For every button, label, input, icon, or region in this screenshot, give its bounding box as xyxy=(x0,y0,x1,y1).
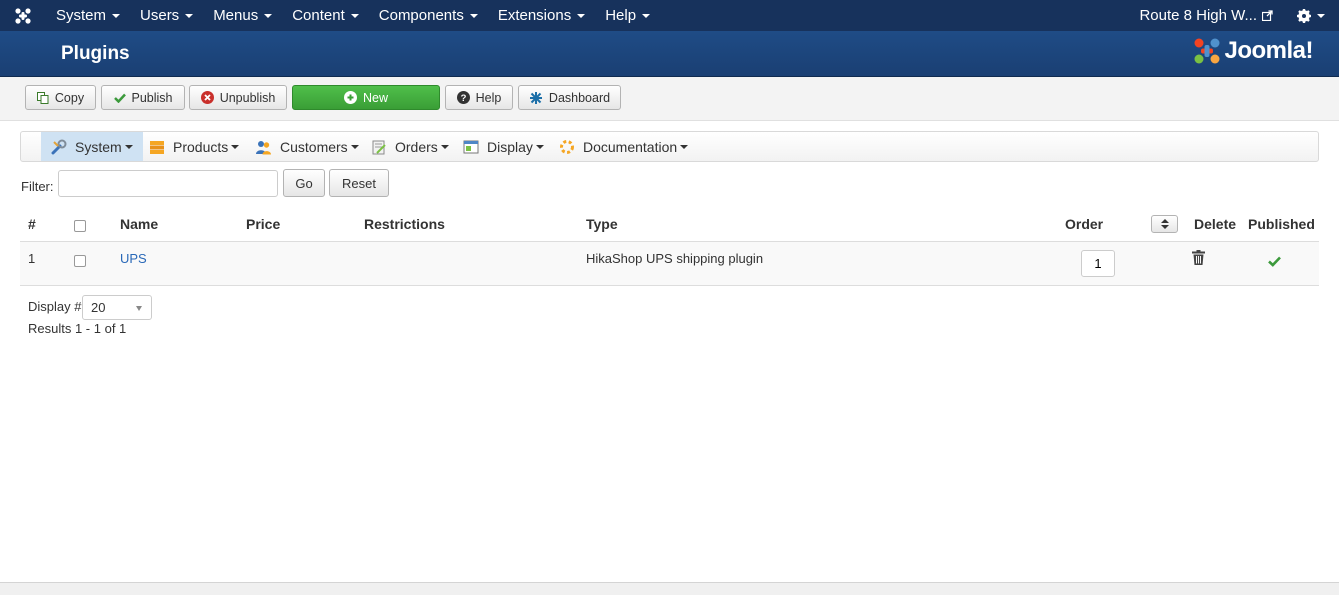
question-circle-icon: ? xyxy=(456,91,470,104)
menu-extensions[interactable]: Extensions xyxy=(488,0,595,31)
site-link[interactable]: Route 8 High W... xyxy=(1139,7,1283,24)
caret-down-icon xyxy=(577,13,586,18)
joomla-logo-icon[interactable] xyxy=(0,0,46,31)
col-delete: Delete xyxy=(1194,216,1237,232)
customers-icon xyxy=(255,139,272,155)
page-title: Plugins xyxy=(61,43,130,64)
svg-text:?: ? xyxy=(460,93,466,104)
external-link-icon xyxy=(1262,10,1273,21)
status-bar xyxy=(0,582,1339,595)
trash-icon[interactable] xyxy=(1192,250,1205,268)
joomla-logo-icon xyxy=(1192,36,1222,66)
subnav-orders[interactable]: Orders xyxy=(371,132,449,161)
go-button[interactable]: Go xyxy=(283,169,325,197)
row-number: 1 xyxy=(28,251,36,266)
gear-icon xyxy=(1297,8,1311,23)
menu-content[interactable]: Content xyxy=(282,0,369,31)
settings-menu[interactable] xyxy=(1283,0,1339,31)
plugin-name-link[interactable]: UPS xyxy=(120,251,147,266)
unpublish-icon xyxy=(200,91,214,104)
row-type: HikaShop UPS shipping plugin xyxy=(586,251,764,266)
caret-down-icon xyxy=(469,13,478,18)
caret-down-icon xyxy=(680,144,689,149)
help-button[interactable]: ? Help xyxy=(445,85,513,110)
display-count-select[interactable]: 20 xyxy=(82,295,152,320)
subnav-display[interactable]: Display xyxy=(463,132,544,161)
caret-down-icon xyxy=(231,144,240,149)
dashboard-button[interactable]: Dashboard xyxy=(518,85,621,110)
col-name[interactable]: Name xyxy=(120,216,158,232)
subnav-system[interactable]: System xyxy=(41,132,143,161)
publish-button[interactable]: Publish xyxy=(101,85,185,110)
menu-help[interactable]: Help xyxy=(595,0,660,31)
joomla-brand: Joomla! xyxy=(1192,36,1313,66)
toolbar: Copy Publish Unpublish New ? Help Dashbo… xyxy=(0,77,1339,121)
copy-button[interactable]: Copy xyxy=(25,85,96,110)
caret-down-icon xyxy=(124,144,133,149)
col-type[interactable]: Type xyxy=(586,216,618,232)
subnav-customers[interactable]: Customers xyxy=(255,132,359,161)
documentation-icon xyxy=(559,139,575,155)
caret-down-icon xyxy=(350,13,359,18)
menu-users[interactable]: Users xyxy=(130,0,203,31)
col-price: Price xyxy=(246,216,281,232)
unpublish-button[interactable]: Unpublish xyxy=(189,85,287,110)
col-published[interactable]: Published xyxy=(1248,216,1315,232)
menu-menus[interactable]: Menus xyxy=(203,0,282,31)
filter-input[interactable] xyxy=(58,170,278,197)
caret-down-icon xyxy=(185,13,194,18)
caret-down-icon xyxy=(350,144,359,149)
dashboard-icon xyxy=(529,91,543,105)
sort-icon xyxy=(1160,219,1169,229)
menu-system[interactable]: System xyxy=(46,0,130,31)
filter-label: Filter: xyxy=(21,179,54,194)
save-order-button[interactable] xyxy=(1151,215,1178,233)
display-label: Display # xyxy=(28,299,82,314)
col-order[interactable]: Order xyxy=(1065,216,1103,232)
menu-components[interactable]: Components xyxy=(369,0,488,31)
check-icon xyxy=(113,93,126,103)
published-check-icon[interactable] xyxy=(1268,254,1281,270)
order-input[interactable] xyxy=(1081,250,1115,277)
caret-down-icon xyxy=(1317,13,1325,18)
caret-down-icon xyxy=(112,13,121,18)
orders-icon xyxy=(371,139,387,155)
dropdown-arrow-icon xyxy=(136,306,142,311)
top-right: Route 8 High W... xyxy=(1139,0,1339,31)
hikashop-menu: System Products Customers Orders Display… xyxy=(20,131,1319,162)
col-number: # xyxy=(28,216,36,232)
caret-down-icon xyxy=(642,13,651,18)
subnav-documentation[interactable]: Documentation xyxy=(559,132,689,161)
top-menu: System Users Menus Content Components Ex… xyxy=(46,0,660,31)
caret-down-icon xyxy=(264,13,273,18)
reset-button[interactable]: Reset xyxy=(329,169,389,197)
col-restrictions: Restrictions xyxy=(364,216,445,232)
select-all-checkbox[interactable] xyxy=(74,220,86,232)
subnav-products[interactable]: Products xyxy=(149,132,240,161)
products-icon xyxy=(149,139,165,155)
new-button[interactable]: New xyxy=(292,85,440,110)
wrench-icon xyxy=(51,139,67,155)
top-navbar: System Users Menus Content Components Ex… xyxy=(0,0,1339,31)
copy-icon xyxy=(36,91,49,104)
page-header: Plugins Joomla! xyxy=(0,31,1339,77)
display-icon xyxy=(463,139,479,155)
caret-down-icon xyxy=(440,144,449,149)
plus-circle-icon xyxy=(343,91,357,104)
row-checkbox[interactable] xyxy=(74,255,86,267)
results-count: Results 1 - 1 of 1 xyxy=(28,321,127,336)
caret-down-icon xyxy=(535,144,544,149)
